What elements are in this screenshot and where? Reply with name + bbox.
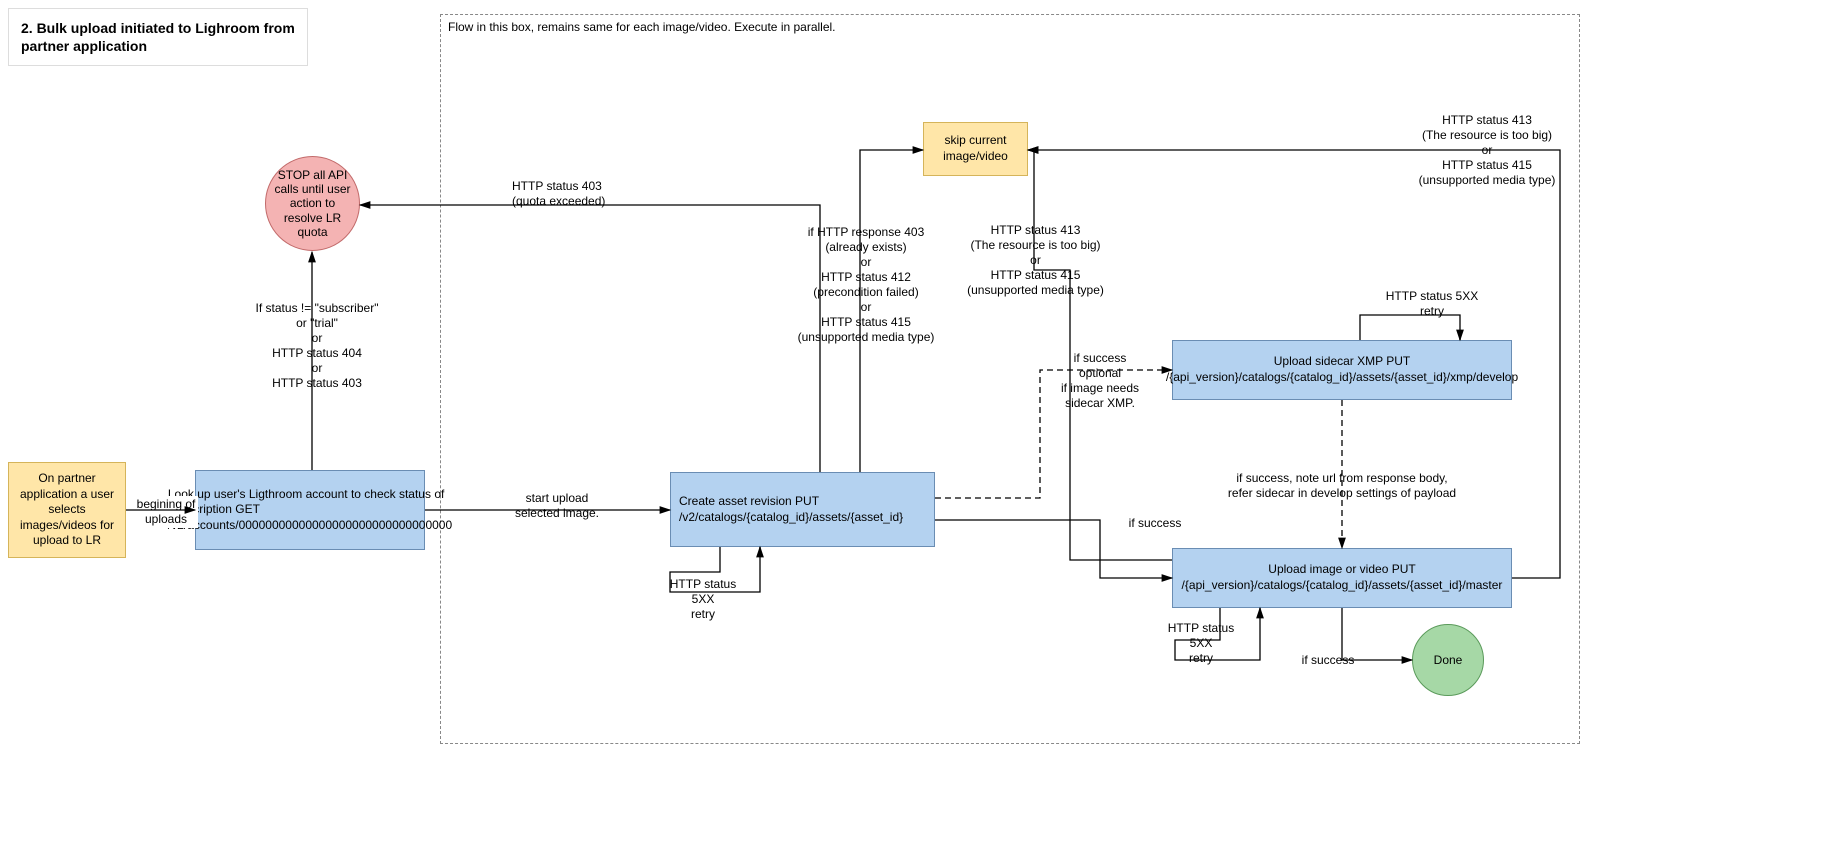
node-upload-master: Upload image or video PUT /{api_version}… <box>1172 548 1512 608</box>
label-start-upload: start upload selected image. <box>510 490 604 522</box>
node-done: Done <box>1412 624 1484 696</box>
label-asset-retry: HTTP status 5XX retry <box>656 576 750 623</box>
node-lookup-account: Look up user's Ligthroom account to chec… <box>195 470 425 550</box>
node-skip: skip current image/video <box>923 122 1028 176</box>
label-sidecar-ref: if success, note url from response body,… <box>1210 470 1474 502</box>
diagram-title: 2. Bulk upload initiated to Lighroom fro… <box>8 8 308 66</box>
label-if-success-optional-xmp: if success optional if image needs sidec… <box>1048 350 1152 412</box>
node-start: On partner application a user selects im… <box>8 462 126 558</box>
label-if-success-master: if success <box>1123 515 1187 532</box>
label-skip-reasons-413-415-from-master-b: HTTP status 413 (The resource is too big… <box>1405 112 1569 189</box>
node-stop: STOP all API calls until user action to … <box>265 156 360 251</box>
label-status-fail: If status != "subscriber" or "trial" or … <box>250 300 384 392</box>
label-begin-uploads: begining of uploads <box>134 496 198 528</box>
label-xmp-retry: HTTP status 5XX retry <box>1380 288 1484 320</box>
label-quota-exceeded: HTTP status 403 (quota exceeded) <box>510 178 629 210</box>
label-done-success: if success <box>1296 652 1360 669</box>
label-skip-reasons-413-415-from-master-a: HTTP status 413 (The resource is too big… <box>956 222 1115 299</box>
node-create-asset: Create asset revision PUT /v2/catalogs/{… <box>670 472 935 547</box>
parallel-flow-note: Flow in this box, remains same for each … <box>448 20 836 34</box>
node-upload-xmp: Upload sidecar XMP PUT /{api_version}/ca… <box>1172 340 1512 400</box>
label-skip-reasons-asset: if HTTP response 403 (already exists) or… <box>790 224 942 346</box>
label-master-retry: HTTP status 5XX retry <box>1154 620 1248 667</box>
